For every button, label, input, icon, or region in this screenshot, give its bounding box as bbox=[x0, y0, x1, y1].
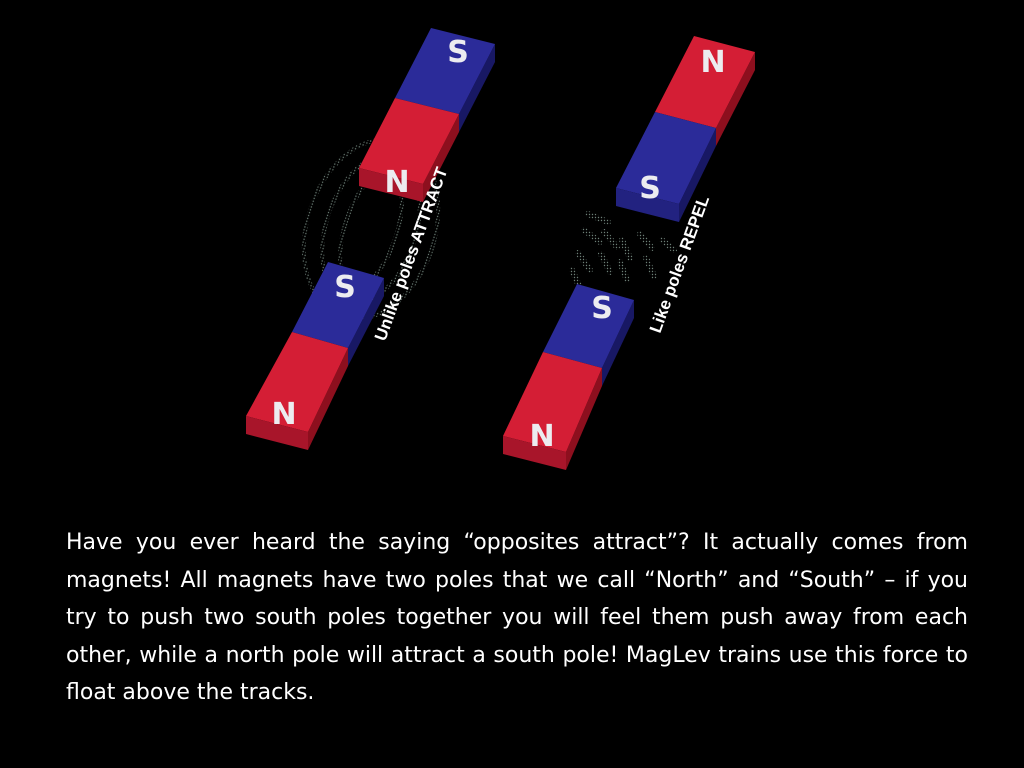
magnet-right-bottom: S N bbox=[503, 284, 634, 470]
field-dash bbox=[659, 237, 677, 253]
field-dash bbox=[643, 255, 657, 279]
magnet-left-top: S N bbox=[359, 28, 495, 202]
magnet-south-face bbox=[616, 112, 716, 204]
pole-label-top: S bbox=[334, 270, 356, 305]
repulsion-field-lines bbox=[569, 211, 677, 291]
pole-label-bottom: S bbox=[639, 171, 661, 206]
field-dash bbox=[598, 251, 613, 275]
field-dash bbox=[585, 211, 611, 225]
pole-label-top: S bbox=[447, 35, 469, 70]
magnet-diagram: S N S N N S S N Unlike poles ATTRACT Lik… bbox=[246, 28, 755, 470]
field-dash bbox=[601, 229, 620, 250]
magnet-left-bottom: S N bbox=[246, 262, 384, 450]
field-dash bbox=[619, 237, 633, 261]
magnet-south-face bbox=[395, 28, 495, 114]
magnet-right-top: N S bbox=[616, 36, 755, 222]
pole-label-bottom: N bbox=[384, 165, 409, 200]
field-dash bbox=[581, 227, 603, 245]
magnet-south-face bbox=[543, 284, 634, 368]
pole-label-bottom: N bbox=[529, 419, 554, 454]
pole-label-top: S bbox=[591, 291, 613, 326]
explanation-caption: Have you ever heard the saying “opposite… bbox=[66, 530, 968, 705]
pole-label-top: N bbox=[700, 45, 725, 80]
pole-label-bottom: N bbox=[271, 397, 296, 432]
field-dash bbox=[617, 259, 630, 283]
field-dash bbox=[637, 231, 655, 251]
field-dash bbox=[575, 250, 593, 273]
